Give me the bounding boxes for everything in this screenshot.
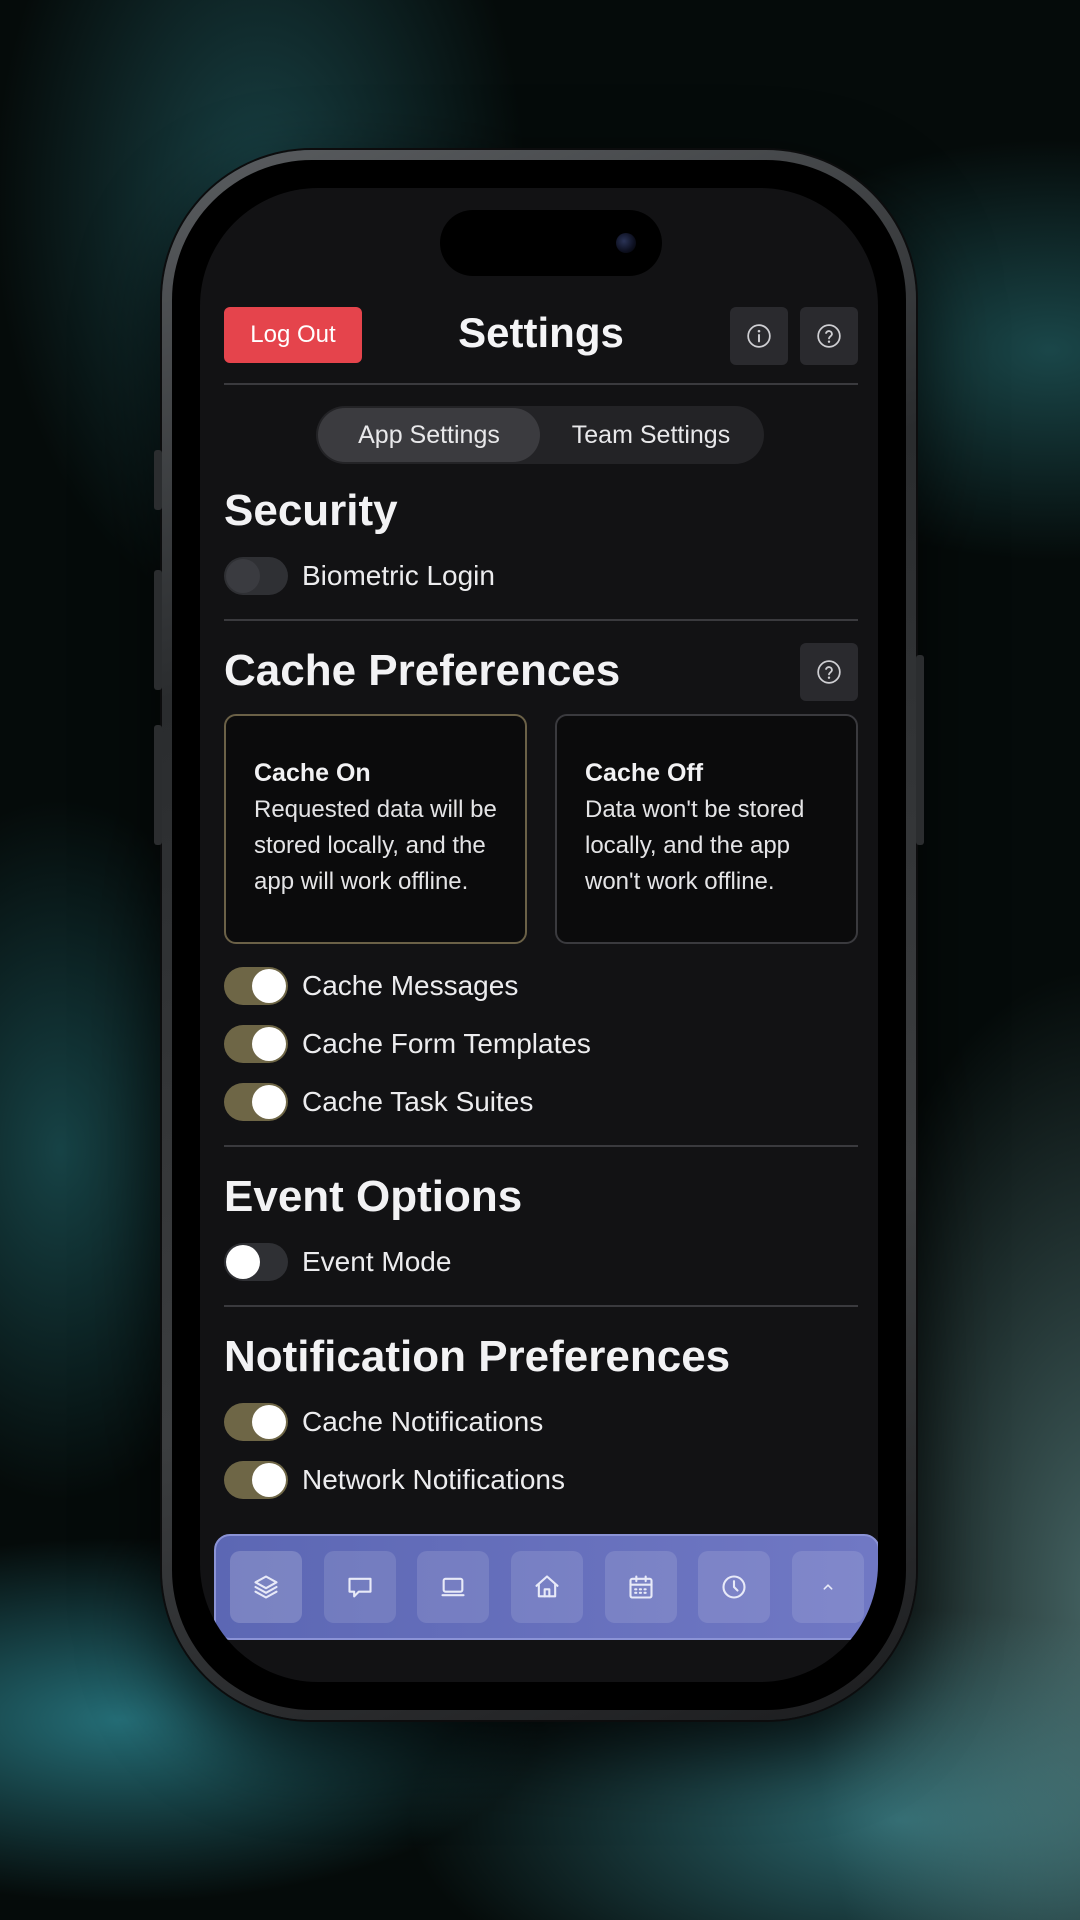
toggle-row-cache-task-suites: Cache Task Suites (224, 1082, 533, 1122)
section-divider (224, 1145, 858, 1147)
nav-chat-button[interactable] (323, 1551, 396, 1623)
toggle-row-cache-messages: Cache Messages (224, 966, 518, 1006)
switch-knob (252, 1027, 286, 1061)
section-divider (224, 619, 858, 621)
volume-up-button (154, 570, 162, 690)
toggle-row-event-mode: Event Mode (224, 1242, 451, 1282)
card-title: Cache Off (585, 758, 704, 787)
cache-messages-switch[interactable] (224, 967, 288, 1005)
switch-knob (252, 969, 286, 1003)
chevron-up-icon (823, 1584, 833, 1590)
card-description: Requested data will be stored locally, a… (254, 795, 497, 895)
info-icon (747, 324, 771, 348)
toggle-label: Cache Task Suites (302, 1086, 534, 1117)
home-icon (535, 1575, 559, 1598)
nav-home-button[interactable] (510, 1551, 583, 1623)
toggle-label: Biometric Login (302, 560, 495, 591)
logout-button[interactable]: Log Out (224, 307, 362, 363)
toggle-label: Network Notifications (302, 1464, 565, 1495)
header-divider (224, 383, 858, 385)
section-divider (224, 1305, 858, 1307)
screen: Settings Log Out App Settings Team Setti… (200, 188, 878, 1682)
cache-form-templates-switch[interactable] (224, 1025, 288, 1063)
toggle-label: Cache Notifications (302, 1406, 544, 1437)
nav-layers-button[interactable] (230, 1551, 302, 1623)
card-description: Data won't be stored locally, and the ap… (585, 795, 805, 895)
clock-icon (722, 1575, 746, 1599)
section-title-events: Event Options (224, 1172, 523, 1221)
toggle-row-cache-notifications: Cache Notifications (224, 1402, 543, 1442)
event-mode-switch[interactable] (224, 1243, 288, 1281)
toggle-label: Cache Messages (302, 970, 519, 1001)
nav-clock-button[interactable] (698, 1551, 771, 1623)
cache-task-suites-switch[interactable] (224, 1083, 288, 1121)
tab-team-settings[interactable]: Team Settings (540, 408, 762, 462)
volume-down-button (154, 725, 162, 845)
toggle-row-network-notifications: Network Notifications (224, 1460, 565, 1500)
bottom-nav-bar (214, 1534, 878, 1640)
cache-on-card[interactable]: Cache On Requested data will be stored l… (224, 714, 527, 944)
header: Settings Log Out (224, 307, 858, 365)
nav-laptop-button[interactable] (417, 1551, 490, 1623)
section-title-security: Security (224, 486, 398, 535)
cache-off-card[interactable]: Cache Off Data won't be stored locally, … (555, 714, 858, 944)
layers-icon (254, 1575, 278, 1599)
camera-icon (616, 233, 636, 253)
info-button[interactable] (730, 307, 788, 365)
laptop-icon (441, 1577, 465, 1597)
tab-app-settings[interactable]: App Settings (318, 408, 540, 462)
help-icon (817, 324, 841, 348)
biometric-login-switch[interactable] (224, 557, 288, 595)
switch-knob (252, 1405, 286, 1439)
toggle-label: Cache Form Templates (302, 1028, 591, 1059)
switch-knob (226, 1245, 260, 1279)
phone-frame: Settings Log Out App Settings Team Setti… (154, 150, 924, 1720)
cache-help-button[interactable] (800, 643, 858, 701)
section-title-cache: Cache Preferences (224, 646, 621, 695)
nav-expand-button[interactable] (791, 1551, 864, 1623)
cache-notifications-switch[interactable] (224, 1403, 288, 1441)
action-button (154, 450, 162, 510)
toggle-row-biometric-login: Biometric Login (224, 556, 495, 596)
toggle-row-cache-form-templates: Cache Form Templates (224, 1024, 591, 1064)
calendar-icon (629, 1575, 653, 1599)
settings-tabs: App Settings Team Settings (316, 406, 764, 464)
phone-bezel: Settings Log Out App Settings Team Setti… (172, 160, 906, 1710)
dynamic-island (440, 210, 662, 276)
toggle-label: Event Mode (302, 1246, 452, 1277)
switch-knob (226, 559, 260, 593)
help-button[interactable] (800, 307, 858, 365)
nav-calendar-button[interactable] (604, 1551, 677, 1623)
switch-knob (252, 1463, 286, 1497)
help-icon (817, 660, 841, 684)
switch-knob (252, 1085, 286, 1119)
network-notifications-switch[interactable] (224, 1461, 288, 1499)
power-button (916, 655, 924, 845)
card-title: Cache On (254, 758, 371, 787)
section-title-notifications: Notification Preferences (224, 1332, 731, 1381)
chat-icon (348, 1577, 372, 1598)
